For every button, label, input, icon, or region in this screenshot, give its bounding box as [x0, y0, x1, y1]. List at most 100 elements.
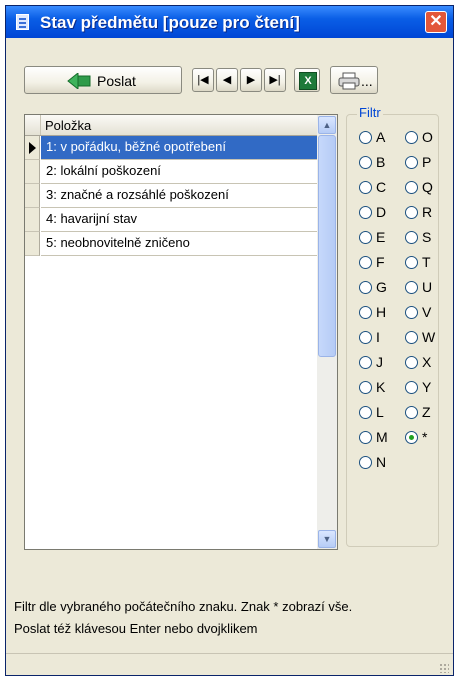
filter-radio-d[interactable]: D [359, 204, 399, 224]
radio-circle[interactable] [359, 356, 372, 369]
filter-radio-t[interactable]: T [405, 254, 445, 274]
scroll-thumb[interactable] [318, 135, 336, 357]
radio-circle[interactable] [405, 381, 418, 394]
radio-circle[interactable] [405, 156, 418, 169]
last-record-button[interactable]: ▶| [264, 68, 286, 92]
radio-label: B [376, 154, 386, 170]
dialog-window: Stav předmětu [pouze pro čtení] ✕ Poslat… [5, 5, 454, 676]
row-cell[interactable]: 3: značné a rozsáhlé poškození [41, 184, 317, 208]
filter-radio-s[interactable]: S [405, 229, 445, 249]
filter-radio-a[interactable]: A [359, 129, 399, 149]
radio-circle[interactable] [359, 256, 372, 269]
radio-circle[interactable] [359, 306, 372, 319]
radio-circle[interactable] [405, 431, 418, 444]
radio-circle[interactable] [405, 181, 418, 194]
scroll-up-button[interactable]: ▲ [318, 116, 336, 134]
radio-circle[interactable] [359, 131, 372, 144]
table-row[interactable]: 2: lokální poškození [25, 160, 317, 184]
filter-radio-w[interactable]: W [405, 329, 445, 349]
radio-label: C [376, 179, 387, 195]
radio-label: K [376, 379, 386, 395]
table-row[interactable]: 5: neobnovitelně zničeno [25, 232, 317, 256]
radio-circle[interactable] [359, 281, 372, 294]
filter-radio-j[interactable]: J [359, 354, 399, 374]
radio-circle[interactable] [405, 231, 418, 244]
radio-label: X [422, 354, 432, 370]
next-record-button[interactable]: ▶ [240, 68, 262, 92]
filter-radio-o[interactable]: O [405, 129, 445, 149]
filter-radio-h[interactable]: H [359, 304, 399, 324]
filter-radio-z[interactable]: Z [405, 404, 445, 424]
radio-circle[interactable] [405, 306, 418, 319]
filter-radio-p[interactable]: P [405, 154, 445, 174]
radio-label: F [376, 254, 385, 270]
printer-icon [338, 72, 360, 90]
radio-circle[interactable] [405, 331, 418, 344]
previous-record-button[interactable]: ◀ [216, 68, 238, 92]
filter-radio-n[interactable]: N [359, 454, 399, 474]
filter-radio-q[interactable]: Q [405, 179, 445, 199]
table-row[interactable]: 1: v pořádku, běžné opotřebení [25, 136, 317, 160]
filter-radio-f[interactable]: F [359, 254, 399, 274]
filter-radio-i[interactable]: I [359, 329, 399, 349]
excel-icon: X [299, 72, 317, 90]
radio-circle[interactable] [359, 456, 372, 469]
radio-label: T [422, 254, 431, 270]
radio-circle[interactable] [359, 181, 372, 194]
radio-label: * [422, 429, 428, 445]
filter-radio-c[interactable]: C [359, 179, 399, 199]
radio-label: P [422, 154, 432, 170]
row-indicator [25, 208, 40, 232]
first-record-button[interactable]: |◀ [192, 68, 214, 92]
item-grid[interactable]: Položka 1: v pořádku, běžné opotřebení 2:… [24, 114, 338, 550]
radio-circle[interactable] [359, 156, 372, 169]
help-text: Filtr dle vybraného počátečního znaku. Z… [14, 596, 352, 640]
radio-label: J [376, 354, 383, 370]
send-button[interactable]: Poslat [24, 66, 182, 94]
radio-circle[interactable] [405, 356, 418, 369]
row-cell[interactable]: 1: v pořádku, běžné opotřebení [41, 136, 317, 160]
filter-radio-l[interactable]: L [359, 404, 399, 424]
filter-radio-y[interactable]: Y [405, 379, 445, 399]
radio-circle[interactable] [405, 206, 418, 219]
vertical-scrollbar[interactable]: ▲ ▼ [317, 115, 337, 549]
close-button[interactable]: ✕ [425, 11, 447, 33]
filter-radio-k[interactable]: K [359, 379, 399, 399]
radio-circle[interactable] [405, 406, 418, 419]
document-icon [16, 14, 29, 30]
row-cell[interactable]: 4: havarijní stav [41, 208, 317, 232]
filter-radio-r[interactable]: R [405, 204, 445, 224]
radio-circle[interactable] [359, 206, 372, 219]
radio-label: N [376, 454, 387, 470]
row-cell[interactable]: 5: neobnovitelně zničeno [41, 232, 317, 256]
export-excel-button[interactable]: X [294, 68, 320, 92]
radio-circle[interactable] [359, 231, 372, 244]
row-indicator [25, 184, 40, 208]
title-bar[interactable]: Stav předmětu [pouze pro čtení] ✕ [6, 6, 453, 38]
row-cell[interactable]: 2: lokální poškození [41, 160, 317, 184]
filter-radio-u[interactable]: U [405, 279, 445, 299]
filter-radio-m[interactable]: M [359, 429, 399, 449]
filter-radio-e[interactable]: E [359, 229, 399, 249]
radio-circle[interactable] [359, 381, 372, 394]
radio-circle[interactable] [359, 431, 372, 444]
radio-circle[interactable] [405, 131, 418, 144]
radio-circle[interactable] [359, 406, 372, 419]
radio-circle[interactable] [405, 256, 418, 269]
current-row-indicator-icon [25, 136, 40, 160]
column-header-polozka[interactable]: Položka [45, 118, 91, 133]
filter-radio-b[interactable]: B [359, 154, 399, 174]
radio-label: V [422, 304, 432, 320]
radio-circle[interactable] [359, 331, 372, 344]
filter-radio-x[interactable]: X [405, 354, 445, 374]
radio-circle[interactable] [405, 281, 418, 294]
scroll-down-button[interactable]: ▼ [318, 530, 336, 548]
table-row[interactable]: 3: značné a rozsáhlé poškození [25, 184, 317, 208]
filter-radio-v[interactable]: V [405, 304, 445, 324]
filter-radio-all[interactable]: * [405, 429, 445, 449]
resize-grip-icon[interactable] [439, 663, 449, 673]
radio-label: D [376, 204, 387, 220]
filter-radio-g[interactable]: G [359, 279, 399, 299]
table-row[interactable]: 4: havarijní stav [25, 208, 317, 232]
print-button[interactable]: ... [330, 66, 378, 94]
